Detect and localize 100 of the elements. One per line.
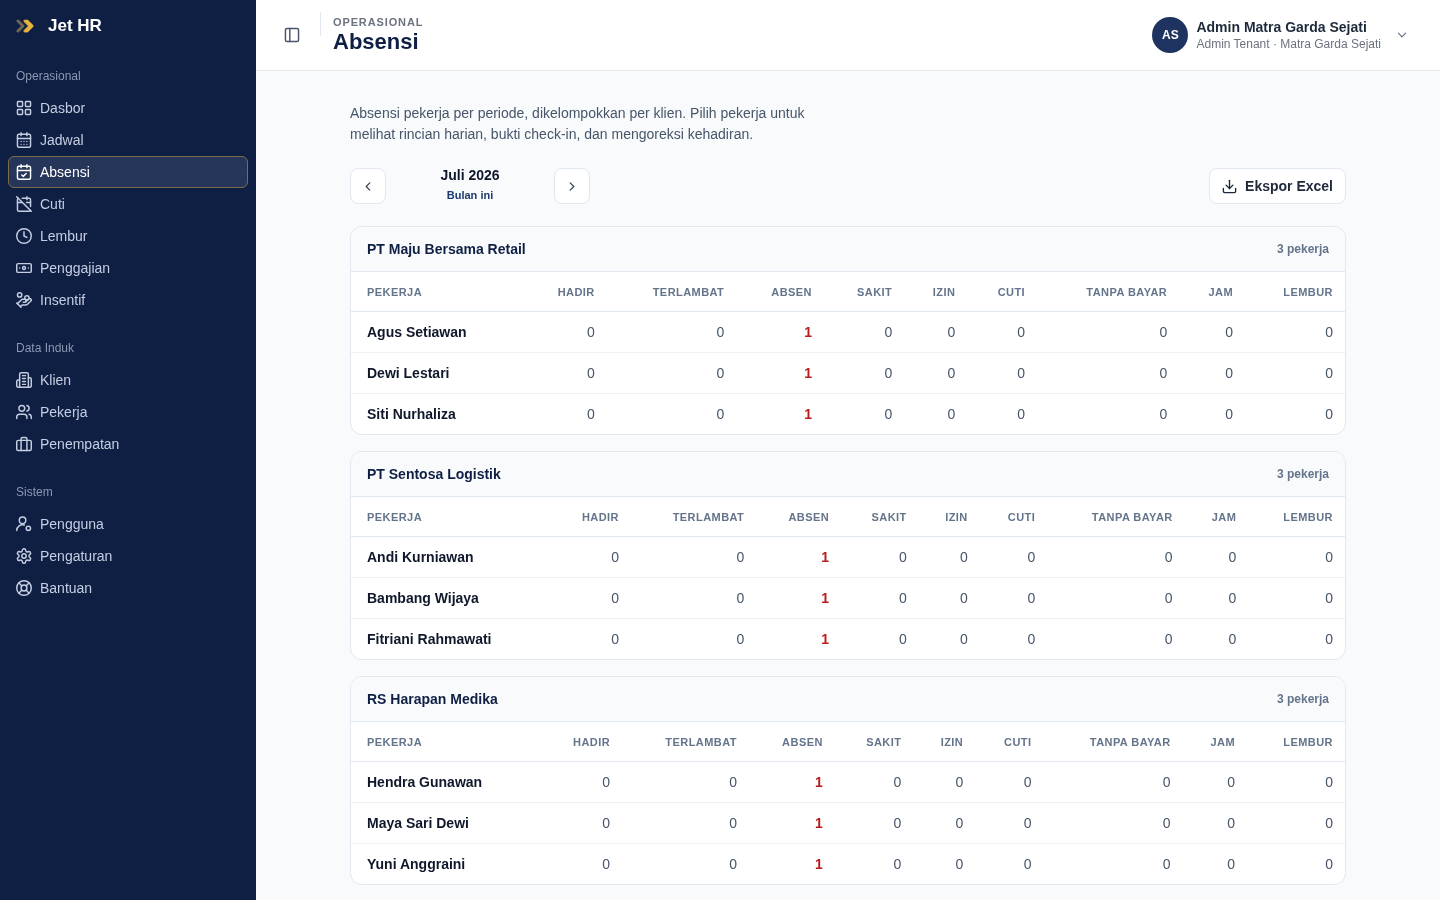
column-header: JAM bbox=[1184, 497, 1249, 537]
table-cell-text: 0 bbox=[892, 855, 903, 874]
sidebar-item[interactable]: Penempatan bbox=[8, 428, 248, 460]
users-icon bbox=[16, 404, 32, 420]
sidebar-item[interactable]: Lembur bbox=[8, 220, 248, 252]
worker-name[interactable]: Andi Kurniawan bbox=[351, 537, 551, 578]
table-cell: 0 bbox=[1247, 803, 1345, 844]
column-header: CUTI bbox=[967, 272, 1038, 312]
column-header: TANPA BAYAR bbox=[1043, 722, 1183, 762]
calendar-check-icon bbox=[16, 164, 32, 180]
worker-name[interactable]: Yuni Anggraini bbox=[351, 844, 541, 884]
table-cell: 0 bbox=[904, 312, 968, 353]
table-cell: 0 bbox=[913, 762, 976, 803]
column-header: PEKERJA bbox=[351, 722, 541, 762]
table-cell-text: 0 bbox=[1163, 630, 1174, 649]
column-header: TANPA BAYAR bbox=[1037, 272, 1180, 312]
table-cell: 0 bbox=[622, 803, 749, 844]
chevron-right-icon bbox=[569, 180, 575, 192]
export-button[interactable]: Ekspor Excel bbox=[1209, 168, 1346, 204]
column-header: SAKIT bbox=[841, 497, 919, 537]
chevron-down-icon[interactable] bbox=[1397, 32, 1407, 38]
sidebar-item[interactable]: Pekerja bbox=[8, 396, 248, 428]
worker-name[interactable]: Bambang Wijaya bbox=[351, 578, 551, 619]
grid-icon bbox=[16, 100, 32, 116]
table-cell: 0 bbox=[967, 353, 1038, 394]
column-header: HADIR bbox=[523, 272, 607, 312]
column-header: ABSEN bbox=[748, 722, 835, 762]
column-header: TERLAMBAT bbox=[622, 722, 749, 762]
table-cell-text: 0 bbox=[1324, 405, 1334, 424]
table-cell-text: 0 bbox=[1158, 405, 1169, 424]
table-cell-text: 0 bbox=[1224, 405, 1234, 424]
banknote-icon bbox=[16, 260, 32, 276]
table-cell: 0 bbox=[904, 353, 968, 394]
column-header: TERLAMBAT bbox=[630, 497, 757, 537]
table-cell: 0 bbox=[630, 537, 757, 578]
page-description: Absensi pekerja per periode, dikelompokkan per klien. Pilih pekerja untuk melihat rincian harian, bukti check-in, dan mengoreksi kehadiran. bbox=[350, 104, 806, 144]
column-header: CUTI bbox=[975, 722, 1044, 762]
table-cell: 1 bbox=[756, 537, 842, 578]
column-header: TERLAMBAT bbox=[606, 272, 737, 312]
sidebar-item[interactable]: Insentif bbox=[8, 284, 248, 316]
client-name: PT Sentosa Logistik bbox=[367, 466, 501, 482]
sidebar-section-label: Data Induk bbox=[16, 340, 75, 356]
sidebar-item[interactable]: Absensi bbox=[8, 156, 248, 188]
table-cell-text: 1 bbox=[820, 630, 831, 649]
table-cell: 1 bbox=[736, 312, 824, 353]
hand-coins-icon bbox=[16, 292, 32, 308]
settings-icon bbox=[16, 548, 32, 564]
user-icon bbox=[16, 516, 32, 532]
table-cell: 1 bbox=[756, 578, 842, 619]
sidebar-item[interactable]: Klien bbox=[8, 364, 248, 396]
table-cell-text: 0 bbox=[1226, 855, 1237, 874]
sidebar-section-label: Sistem bbox=[16, 484, 53, 500]
lifebuoy-icon bbox=[16, 580, 32, 596]
table-cell: 0 bbox=[975, 762, 1044, 803]
table-cell: 0 bbox=[1179, 353, 1245, 394]
table-cell: 0 bbox=[1047, 537, 1185, 578]
table-cell: 0 bbox=[1043, 762, 1183, 803]
table-cell: 0 bbox=[1047, 578, 1185, 619]
sidebar-item[interactable]: Jadwal bbox=[8, 124, 248, 156]
column-header: PEKERJA bbox=[351, 497, 551, 537]
sidebar-item[interactable]: Bantuan bbox=[8, 572, 248, 604]
building-icon bbox=[16, 372, 32, 388]
table-cell: 0 bbox=[1179, 312, 1245, 353]
worker-name[interactable]: Fitriani Rahmawati bbox=[351, 619, 551, 659]
user-avatar[interactable]: AS bbox=[1152, 17, 1189, 53]
table-cell: 0 bbox=[824, 312, 905, 353]
download-icon bbox=[1222, 178, 1238, 194]
table-cell: 0 bbox=[1247, 762, 1345, 803]
table-cell: 0 bbox=[523, 353, 607, 394]
worker-name[interactable]: Maya Sari Dewi bbox=[351, 803, 541, 844]
table-cell: 0 bbox=[606, 353, 737, 394]
table-cell: 0 bbox=[1182, 803, 1248, 844]
client-name: PT Maju Bersama Retail bbox=[367, 241, 526, 257]
column-header: JAM bbox=[1179, 272, 1245, 312]
table-cell-text: 0 bbox=[1016, 405, 1027, 424]
worker-count: 3 pekerja bbox=[1276, 692, 1329, 706]
table-cell-text: 0 bbox=[728, 855, 738, 874]
worker-name[interactable]: Dewi Lestari bbox=[351, 353, 524, 394]
table-cell-text: 0 bbox=[610, 630, 620, 649]
column-header: CUTI bbox=[979, 497, 1048, 537]
sidebar-item[interactable]: Penggajian bbox=[8, 252, 248, 284]
worker-name[interactable]: Hendra Gunawan bbox=[351, 762, 541, 803]
sidebar-item[interactable]: Cuti bbox=[8, 188, 248, 220]
brand-name: Jet HR bbox=[48, 16, 102, 36]
table-cell: 0 bbox=[841, 578, 919, 619]
table-cell: 0 bbox=[967, 312, 1038, 353]
sidebar-item[interactable]: Pengguna bbox=[8, 508, 248, 540]
worker-name[interactable]: Agus Setiawan bbox=[351, 312, 524, 353]
column-header: IZIN bbox=[913, 722, 976, 762]
table-cell: 0 bbox=[979, 537, 1048, 578]
table-cell: 0 bbox=[975, 803, 1044, 844]
user-role: Admin Tenant · Matra Garda Sejati bbox=[1196, 36, 1381, 52]
worker-name[interactable]: Siti Nurhaliza bbox=[351, 394, 524, 434]
period-label: Juli 2026 bbox=[440, 166, 500, 184]
table-cell: 0 bbox=[1182, 762, 1248, 803]
sidebar-item[interactable]: Pengaturan bbox=[8, 540, 248, 572]
table-cell-text: 0 bbox=[1324, 630, 1334, 649]
sidebar-item[interactable]: Dasbor bbox=[8, 92, 248, 124]
table-cell-text: 0 bbox=[883, 405, 894, 424]
table-cell-text: 0 bbox=[601, 855, 612, 874]
